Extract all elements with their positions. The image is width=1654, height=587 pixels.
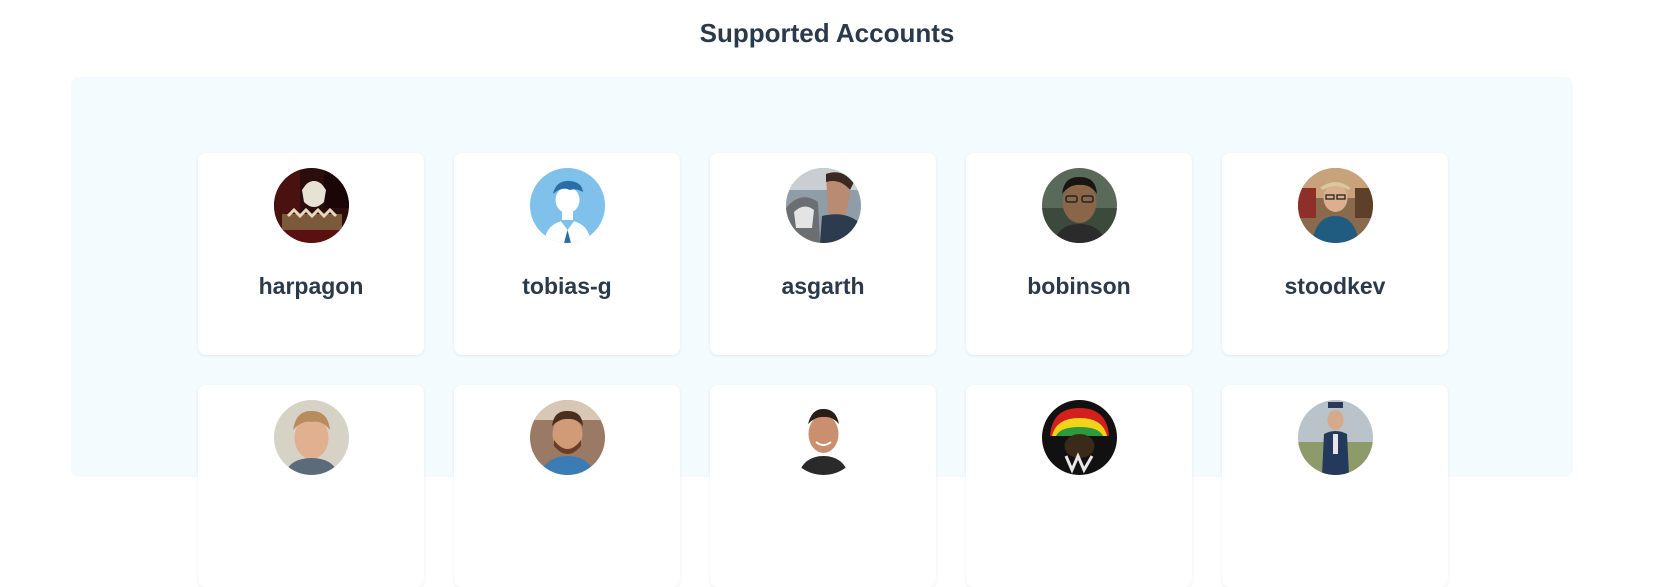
account-card-bobinson[interactable]: bobinson [966,153,1192,355]
avatar [1297,400,1373,475]
avatar [1041,168,1117,243]
avatar [529,400,605,475]
avatar [273,400,349,475]
account-username: asgarth [781,273,865,299]
account-card-tobias-g[interactable]: tobias-g [454,153,680,355]
account-card[interactable] [454,385,680,587]
accounts-panel: harpagon tobias-g asgarth bobinson stood… [71,77,1573,587]
avatar [1297,168,1373,243]
avatar [529,168,605,243]
avatar [785,400,861,475]
account-card[interactable] [710,385,936,587]
account-username: tobias-g [522,273,612,299]
account-card[interactable] [966,385,1192,587]
avatar [785,168,861,243]
avatar [1041,400,1117,475]
account-username: bobinson [1027,273,1131,299]
page-title: Supported Accounts [699,18,955,48]
account-card[interactable] [198,385,424,587]
account-card[interactable] [1222,385,1448,587]
account-username: harpagon [258,273,364,299]
accounts-grid: harpagon tobias-g asgarth bobinson stood… [198,153,1448,587]
account-card-asgarth[interactable]: asgarth [710,153,936,355]
account-card-harpagon[interactable]: harpagon [198,153,424,355]
avatar [273,168,349,243]
account-username: stoodkev [1284,273,1386,299]
account-card-stoodkev[interactable]: stoodkev [1222,153,1448,355]
